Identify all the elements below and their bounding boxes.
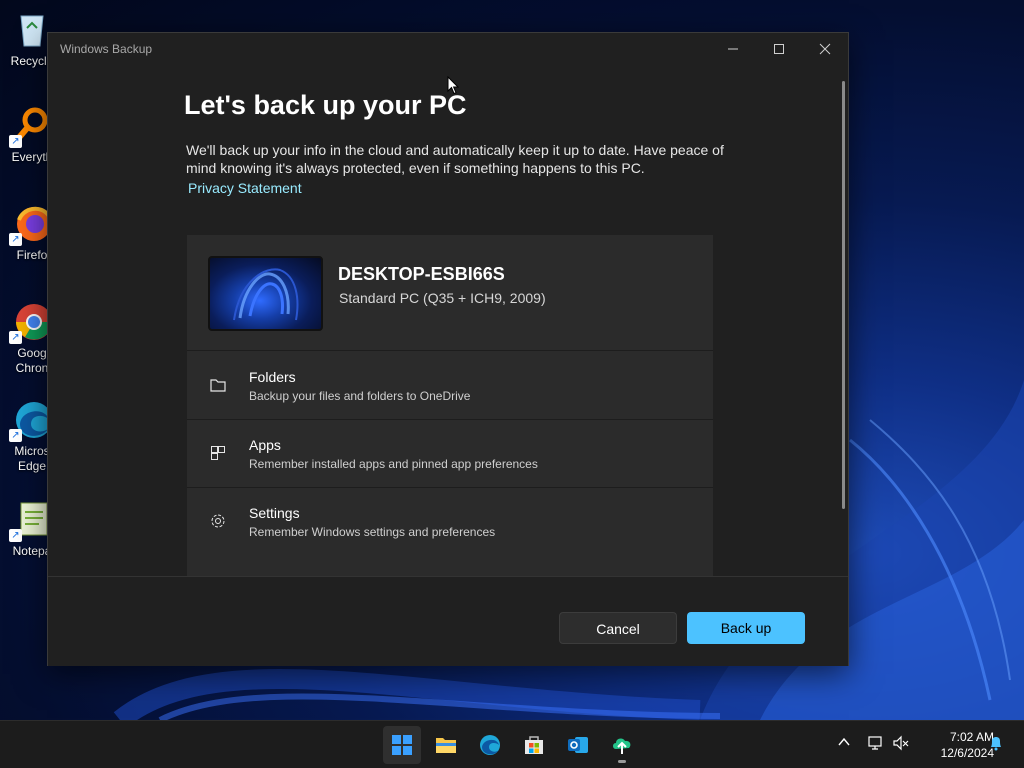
device-name: DESKTOP-ESBI66S xyxy=(338,264,505,284)
microsoft-store-button[interactable] xyxy=(515,726,553,764)
gear-icon xyxy=(209,512,227,530)
desktop-icon-label: Goog Chron xyxy=(15,346,49,375)
option-description: Remember Windows settings and preference… xyxy=(249,525,496,539)
folder-icon xyxy=(209,376,227,394)
outlook-button[interactable] xyxy=(559,726,597,764)
clock-date: 12/6/2024 xyxy=(940,746,994,760)
minimize-button[interactable] xyxy=(710,33,756,67)
intro-text: We'll back up your info in the cloud and… xyxy=(186,142,724,176)
backup-card: DESKTOP-ESBI66S Standard PC (Q35 + ICH9,… xyxy=(187,235,713,577)
notifications-button[interactable] xyxy=(986,735,1006,755)
windows-backup-window: Windows Backup Let's back up your PC We'… xyxy=(47,32,849,666)
edge-taskbar-button[interactable] xyxy=(471,726,509,764)
mouse-cursor-icon xyxy=(447,76,459,95)
volume-button[interactable] xyxy=(891,735,911,755)
option-apps[interactable]: Apps Remember installed apps and pinned … xyxy=(187,420,713,488)
microsoft-store-icon xyxy=(525,736,543,754)
file-explorer-icon xyxy=(436,738,456,753)
scrollbar[interactable] xyxy=(842,81,845,509)
network-icon xyxy=(868,736,882,750)
maximize-button[interactable] xyxy=(756,33,802,67)
minimize-icon xyxy=(728,48,738,50)
notification-bell-icon xyxy=(991,737,1001,751)
title-bar[interactable]: Windows Backup xyxy=(48,33,848,67)
volume-muted-icon xyxy=(893,735,909,751)
start-icon xyxy=(392,735,412,755)
taskbar: 7:02 AM 12/6/2024 xyxy=(0,720,1024,768)
clock-time: 7:02 AM xyxy=(949,730,994,744)
back-up-button[interactable]: Back up xyxy=(687,612,805,644)
device-thumbnail xyxy=(208,256,323,331)
window-title: Windows Backup xyxy=(60,42,153,56)
file-explorer-button[interactable] xyxy=(427,726,465,764)
privacy-statement-link[interactable]: Privacy Statement xyxy=(188,180,302,196)
close-icon xyxy=(819,43,831,55)
option-description: Remember installed apps and pinned app p… xyxy=(249,457,538,471)
page-title: Let's back up your PC xyxy=(184,90,467,120)
network-button[interactable] xyxy=(866,735,886,755)
option-folders[interactable]: Folders Backup your files and folders to… xyxy=(187,352,713,420)
option-settings[interactable]: Settings Remember Windows settings and p… xyxy=(187,488,713,556)
edge-icon xyxy=(480,735,500,755)
cancel-button[interactable]: Cancel xyxy=(559,612,677,644)
option-title: Folders xyxy=(249,369,296,385)
show-hidden-icons-button[interactable] xyxy=(834,735,854,755)
start-button[interactable] xyxy=(383,726,421,764)
chevron-up-icon xyxy=(838,737,850,746)
option-title: Apps xyxy=(249,437,281,453)
close-button[interactable] xyxy=(802,33,848,67)
running-indicator xyxy=(618,760,626,763)
option-title: Settings xyxy=(249,505,300,521)
maximize-icon xyxy=(774,44,784,54)
device-spec: Standard PC (Q35 + ICH9, 2009) xyxy=(339,290,546,306)
outlook-icon xyxy=(568,737,588,753)
apps-icon xyxy=(209,444,227,462)
windows-backup-taskbar-button[interactable] xyxy=(603,726,641,764)
windows-backup-icon xyxy=(613,738,631,754)
dialog-footer: Cancel Back up xyxy=(48,576,848,666)
clock[interactable]: 7:02 AM 12/6/2024 xyxy=(916,729,994,761)
option-description: Backup your files and folders to OneDriv… xyxy=(249,389,471,403)
device-row: DESKTOP-ESBI66S Standard PC (Q35 + ICH9,… xyxy=(187,235,713,351)
